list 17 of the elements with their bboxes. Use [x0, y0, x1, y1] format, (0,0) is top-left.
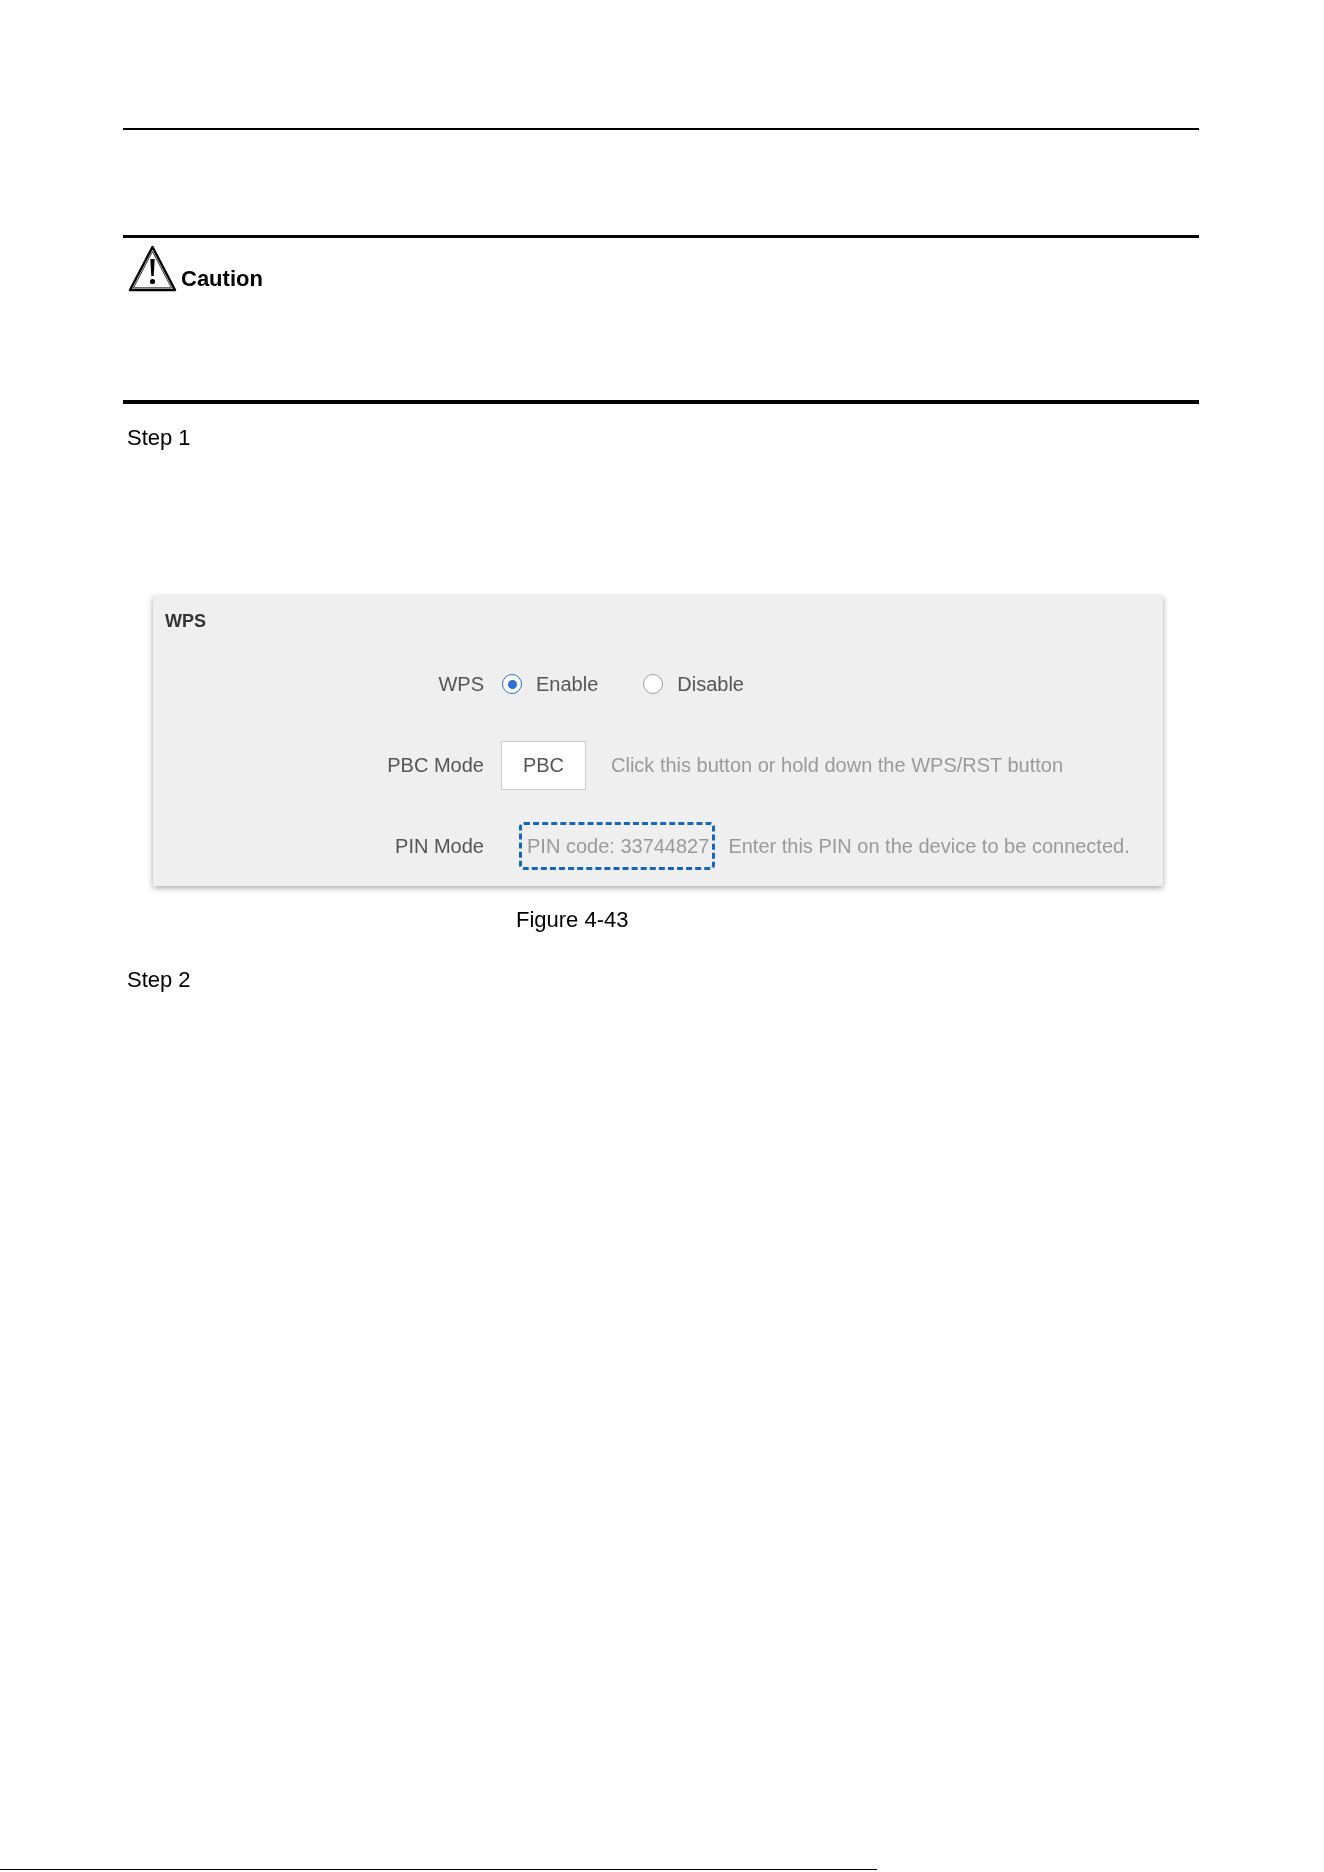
step-label: Step 1: [127, 424, 191, 452]
hint-text: Click this button or hold down the WPS/RST button: [611, 753, 1064, 777]
radio-label[interactable]: Enable: [536, 672, 599, 696]
radio-button[interactable]: [643, 674, 664, 694]
field-label: PIN Mode: [395, 834, 484, 858]
figure-caption: Figure 4-43: [516, 906, 629, 934]
hint-text: Enter this PIN on the device to be connected.: [728, 834, 1130, 858]
field-label: PBC Mode: [387, 753, 484, 777]
radio-button[interactable]: [502, 674, 522, 694]
step-label: Step 2: [127, 966, 191, 994]
field-label: WPS: [438, 672, 484, 696]
highlighted-pin-code: PIN code: 33744827: [519, 822, 716, 870]
radio-label[interactable]: Disable: [677, 672, 744, 696]
panel-title: WPS: [165, 610, 206, 632]
caution-icon: [128, 245, 177, 292]
caution-title: Caution: [181, 267, 263, 291]
push-button[interactable]: PBC: [501, 740, 586, 790]
